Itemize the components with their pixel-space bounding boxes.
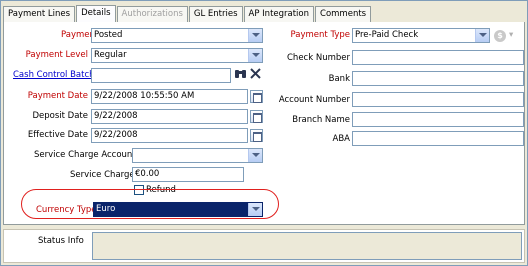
currency-icon[interactable]: $ xyxy=(494,30,506,42)
bank-label: Bank xyxy=(328,74,350,84)
payment-status-select[interactable]: Posted xyxy=(91,28,263,43)
calendar-icon[interactable] xyxy=(250,90,263,103)
payment-level-select[interactable]: Regular xyxy=(91,48,263,63)
payment-level-value: Regular xyxy=(94,50,127,60)
service-charge-input[interactable]: €0.00 xyxy=(132,167,244,182)
check-number-input[interactable] xyxy=(352,50,524,65)
check-number-label: Check Number xyxy=(287,53,350,63)
payment-details-window: Payment Lines Details Authorizations GL … xyxy=(0,0,528,266)
payment-date-label: Payment Date xyxy=(27,91,88,101)
tab-details[interactable]: Details xyxy=(76,5,116,23)
deposit-date-input[interactable]: 9/22/2008 xyxy=(91,109,248,124)
branch-name-input[interactable] xyxy=(352,112,524,127)
aba-label: ABA xyxy=(332,134,350,144)
branch-name-label: Branch Name xyxy=(292,115,350,125)
payment-status-value: Posted xyxy=(94,30,123,40)
chevron-down-icon[interactable] xyxy=(475,29,489,42)
payment-type-label: Payment Type xyxy=(290,30,350,40)
payment-type-value: Pre-Paid Check xyxy=(355,30,419,40)
tab-strip: Payment Lines Details Authorizations GL … xyxy=(3,5,372,23)
payment-date-input[interactable]: 9/22/2008 10:55:50 AM xyxy=(91,89,248,104)
cash-control-batch-link[interactable]: Cash Control Batch xyxy=(13,70,95,80)
tab-ap-integration[interactable]: AP Integration xyxy=(243,6,315,23)
binoculars-icon[interactable] xyxy=(233,68,247,82)
payment-type-select[interactable]: Pre-Paid Check xyxy=(352,28,490,43)
cash-control-batch-input[interactable] xyxy=(91,68,231,83)
aba-input[interactable] xyxy=(352,131,524,146)
bank-input[interactable] xyxy=(352,71,524,86)
deposit-date-label: Deposit Date xyxy=(32,111,88,121)
status-info-label: Status Info xyxy=(38,236,84,246)
service-charge-account-select[interactable] xyxy=(132,148,263,163)
chevron-down-icon[interactable] xyxy=(248,149,262,162)
tab-gl-entries[interactable]: GL Entries xyxy=(188,6,243,23)
service-charge-account-label: Service Charge Account xyxy=(34,150,136,160)
calendar-icon[interactable] xyxy=(250,110,263,123)
clear-icon[interactable] xyxy=(248,68,262,82)
chevron-down-icon[interactable] xyxy=(248,29,262,42)
chevron-down-icon[interactable] xyxy=(248,49,262,62)
calendar-icon[interactable] xyxy=(250,129,263,142)
tab-authorizations: Authorizations xyxy=(116,6,188,23)
effective-date-label: Effective Date xyxy=(27,130,88,140)
chevron-down-icon[interactable]: ▾ xyxy=(509,30,513,40)
status-info-section: Status Info xyxy=(3,229,525,263)
effective-date-input[interactable]: 9/22/2008 xyxy=(91,128,248,143)
account-number-label: Account Number xyxy=(278,95,350,105)
status-info-field xyxy=(92,232,522,260)
tab-comments[interactable]: Comments xyxy=(315,6,372,23)
account-number-input[interactable] xyxy=(352,92,524,107)
service-charge-label: Service Charge xyxy=(70,170,135,180)
payment-level-label: Payment Level xyxy=(25,50,88,60)
highlight-ring xyxy=(21,189,279,219)
tab-payment-lines[interactable]: Payment Lines xyxy=(3,6,76,23)
